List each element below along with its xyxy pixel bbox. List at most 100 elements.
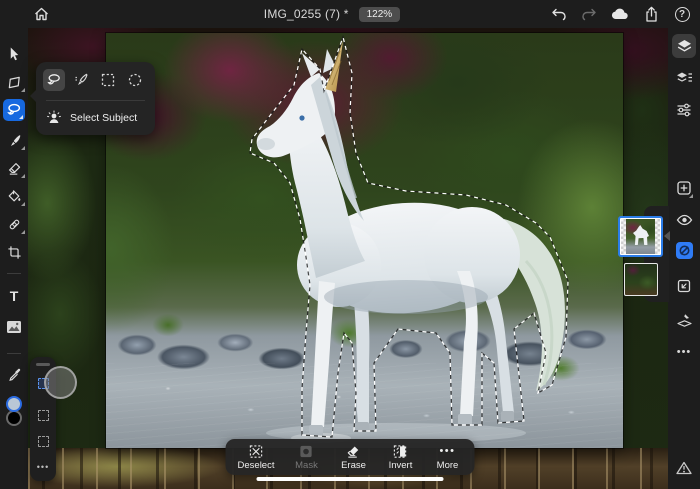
erase-button[interactable]: Erase xyxy=(338,444,368,471)
layer-visibility-button[interactable] xyxy=(672,208,696,232)
flyout-ellipse-marquee-option[interactable] xyxy=(124,69,146,91)
help-icon: ? xyxy=(675,7,690,22)
lasso-icon xyxy=(6,102,22,118)
selected-layer-arrow-icon xyxy=(664,231,670,241)
add-selection-mode[interactable] xyxy=(30,405,56,425)
more-dots-icon: ••• xyxy=(677,346,692,358)
share-button[interactable] xyxy=(641,4,661,24)
edit-surface-button[interactable] xyxy=(672,308,696,332)
select-subject-label: Select Subject xyxy=(70,112,137,124)
mask-icon xyxy=(676,242,693,259)
layer-thumbnail-unicorn[interactable] xyxy=(618,216,663,257)
more-dots-icon: ••• xyxy=(37,462,49,472)
selection-action-bar: Deselect Mask Erase Invert ••• More xyxy=(226,439,475,475)
cloud-sync-icon xyxy=(611,7,630,21)
toolbar-divider xyxy=(7,273,21,274)
mask-label: Mask xyxy=(295,460,318,471)
fill-tool[interactable] xyxy=(0,184,28,208)
invert-icon xyxy=(393,444,408,459)
erase-label: Erase xyxy=(341,460,366,471)
clip-mask-icon xyxy=(676,278,692,294)
invert-label: Invert xyxy=(389,460,413,471)
type-tool[interactable]: T xyxy=(0,284,28,308)
deselect-icon xyxy=(249,444,264,459)
eraser-icon xyxy=(7,161,22,176)
warning-icon xyxy=(676,461,692,475)
move-icon xyxy=(7,46,22,62)
subtract-selection-icon xyxy=(38,436,49,447)
mask-button[interactable]: Mask xyxy=(291,444,321,471)
move-tool[interactable] xyxy=(0,42,28,66)
subtract-selection-mode[interactable] xyxy=(30,431,56,451)
warning-button[interactable] xyxy=(672,456,696,480)
document-title: IMG_0255 (7) * xyxy=(264,7,349,21)
add-layer-button[interactable] xyxy=(672,176,696,200)
more-label: More xyxy=(437,460,459,471)
transparency-checker xyxy=(621,219,626,254)
touch-shortcut[interactable] xyxy=(44,366,77,399)
rectangle-marquee-icon xyxy=(100,72,116,88)
background-color-chip[interactable] xyxy=(6,410,22,426)
add-selection-icon xyxy=(38,410,49,421)
selection-more-options[interactable]: ••• xyxy=(30,457,56,477)
flyout-selection-brush-option[interactable] xyxy=(70,69,92,91)
panel-drag-handle[interactable] xyxy=(36,363,50,366)
paint-bucket-icon xyxy=(7,189,22,204)
select-subject-button[interactable]: Select Subject xyxy=(46,106,137,130)
cloud-sync-button[interactable] xyxy=(610,4,630,24)
flyout-lasso-option[interactable] xyxy=(43,69,65,91)
brush-tool[interactable] xyxy=(0,128,28,152)
toolbar-divider xyxy=(7,353,21,354)
transform-icon xyxy=(7,75,22,90)
eyedropper-icon xyxy=(7,367,22,382)
home-icon xyxy=(33,6,50,22)
crop-tool[interactable] xyxy=(0,240,28,264)
heal-tool[interactable] xyxy=(0,212,28,236)
lasso-tool[interactable] xyxy=(3,99,25,121)
zoom-level-badge[interactable]: 122% xyxy=(359,7,401,22)
pencil-surface-icon xyxy=(676,312,693,328)
layers-detail-icon xyxy=(676,70,693,86)
add-layer-icon xyxy=(676,180,692,196)
selection-brush-icon xyxy=(73,72,89,88)
more-button[interactable]: ••• More xyxy=(432,444,462,471)
place-image-tool[interactable] xyxy=(0,315,28,339)
transform-tool[interactable] xyxy=(0,70,28,94)
undo-icon xyxy=(550,7,567,22)
left-toolbar: T xyxy=(0,28,28,489)
share-icon xyxy=(644,6,659,23)
layer-thumbnail-background[interactable] xyxy=(624,263,658,296)
type-icon: T xyxy=(10,288,19,304)
redo-icon xyxy=(581,7,598,22)
help-button[interactable]: ? xyxy=(672,4,692,24)
adjustments-button[interactable] xyxy=(672,98,696,122)
healing-bandage-icon xyxy=(7,217,22,232)
deselect-label: Deselect xyxy=(238,460,275,471)
mask-button-icon xyxy=(299,444,314,459)
unicorn-photo-layer[interactable] xyxy=(106,33,623,448)
home-indicator[interactable] xyxy=(257,477,444,481)
flyout-rectangle-marquee-option[interactable] xyxy=(97,69,119,91)
invert-button[interactable]: Invert xyxy=(385,444,415,471)
unicorn-layer-preview xyxy=(621,219,660,254)
mini-unicorn-shape xyxy=(633,225,649,245)
layers-compact-button[interactable] xyxy=(672,34,696,58)
foreground-color-chip[interactable] xyxy=(6,396,22,412)
layer-mask-button[interactable] xyxy=(672,238,696,262)
unicorn-subject xyxy=(106,33,623,448)
right-toolbar: ••• xyxy=(668,28,700,489)
eraser-tool[interactable] xyxy=(0,156,28,180)
eyedropper-tool[interactable] xyxy=(0,362,28,386)
eye-icon xyxy=(676,213,693,227)
undo-button[interactable] xyxy=(548,4,568,24)
deselect-button[interactable]: Deselect xyxy=(238,444,275,471)
home-button[interactable] xyxy=(30,4,52,24)
clip-mask-button[interactable] xyxy=(672,274,696,298)
redo-button[interactable] xyxy=(579,4,599,24)
layers-detail-button[interactable] xyxy=(672,66,696,90)
layers-icon xyxy=(676,38,693,54)
layer-more-button[interactable]: ••• xyxy=(672,340,696,364)
transparency-checker xyxy=(655,219,660,254)
lasso-icon xyxy=(46,72,62,88)
brush-icon xyxy=(7,133,22,148)
